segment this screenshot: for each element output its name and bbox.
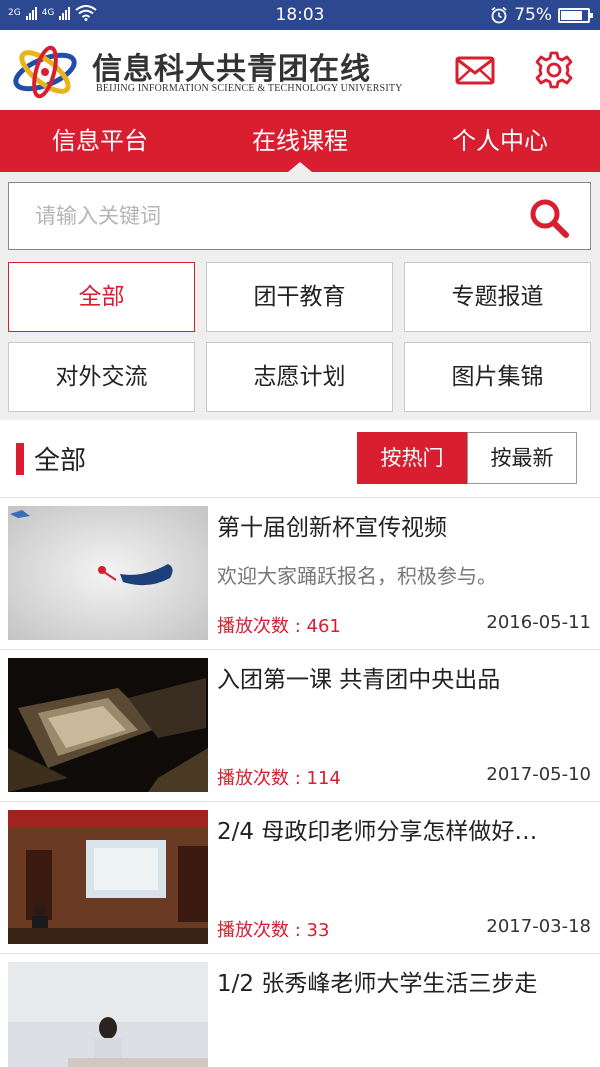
category-league-cadre-education[interactable]: 团干教育 xyxy=(206,262,393,332)
video-title: 入团第一课 共青团中央出品 xyxy=(217,667,501,693)
list-item[interactable]: 第十届创新杯宣传视频 欢迎大家踊跃报名，积极参与。 播放次数 : 461 201… xyxy=(0,498,600,650)
battery-percent: 75% xyxy=(514,5,552,25)
status-right: 75% xyxy=(490,5,593,25)
video-list: 第十届创新杯宣传视频 欢迎大家踊跃报名，积极参与。 播放次数 : 461 201… xyxy=(0,498,600,1067)
video-play-count: 播放次数 : 461 xyxy=(217,616,341,637)
video-date: 2016-05-11 xyxy=(486,612,591,633)
tab-info-platform[interactable]: 信息平台 xyxy=(0,110,200,172)
video-title: 1/2 张秀峰老师大学生活三步走 xyxy=(217,971,538,997)
section-header: 全部 按热门 按最新 xyxy=(0,420,600,498)
video-thumbnail xyxy=(8,506,208,640)
tab-online-courses[interactable]: 在线课程 xyxy=(200,110,400,172)
tab-personal-center[interactable]: 个人中心 xyxy=(400,110,600,172)
category-photo-gallery[interactable]: 图片集锦 xyxy=(404,342,591,412)
search-input[interactable] xyxy=(35,183,505,249)
search-icon[interactable] xyxy=(528,197,570,239)
category-special-reports[interactable]: 专题报道 xyxy=(404,262,591,332)
alarm-icon xyxy=(491,6,507,24)
list-item[interactable]: 1/2 张秀峰老师大学生活三步走 xyxy=(0,954,600,1067)
video-title: 2/4 母政印老师分享怎样做好… xyxy=(217,819,538,845)
video-title: 第十届创新杯宣传视频 xyxy=(217,515,447,541)
category-all[interactable]: 全部 xyxy=(8,262,195,332)
video-date: 2017-05-10 xyxy=(486,764,591,785)
sort-by-popular-button[interactable]: 按热门 xyxy=(357,432,467,484)
section-accent-bar xyxy=(16,443,24,475)
video-thumbnail xyxy=(8,810,208,944)
video-thumbnail xyxy=(8,658,208,792)
app-header: 信息科大共青团在线 Beijing Information Science & … xyxy=(0,30,600,110)
video-play-count: 播放次数 : 33 xyxy=(217,920,330,941)
category-grid: 全部 团干教育 专题报道 对外交流 志愿计划 图片集锦 xyxy=(0,256,600,420)
status-bar: 2G 4G 18:03 75% xyxy=(0,0,600,30)
section-title: 全部 xyxy=(34,446,87,476)
video-date: 2017-03-18 xyxy=(486,916,591,937)
app-subtitle: Beijing Information Science & Technology… xyxy=(96,83,403,94)
battery-icon xyxy=(558,7,593,23)
main-nav: 信息平台 在线课程 个人中心 xyxy=(0,110,600,172)
search-area xyxy=(0,172,600,256)
gear-icon[interactable] xyxy=(534,50,574,90)
university-logo xyxy=(13,45,77,99)
sort-by-latest-button[interactable]: 按最新 xyxy=(467,432,577,484)
mail-icon[interactable] xyxy=(455,50,495,90)
category-external-exchange[interactable]: 对外交流 xyxy=(8,342,195,412)
search-box xyxy=(8,182,591,250)
app-title: 信息科大共青团在线 xyxy=(92,52,371,87)
list-item[interactable]: 2/4 母政印老师分享怎样做好… 播放次数 : 33 2017-03-18 xyxy=(0,802,600,954)
category-volunteer-program[interactable]: 志愿计划 xyxy=(206,342,393,412)
video-description: 欢迎大家踊跃报名，积极参与。 xyxy=(217,564,497,588)
list-item[interactable]: 入团第一课 共青团中央出品 播放次数 : 114 2017-05-10 xyxy=(0,650,600,802)
video-thumbnail xyxy=(8,962,208,1067)
video-play-count: 播放次数 : 114 xyxy=(217,768,341,789)
